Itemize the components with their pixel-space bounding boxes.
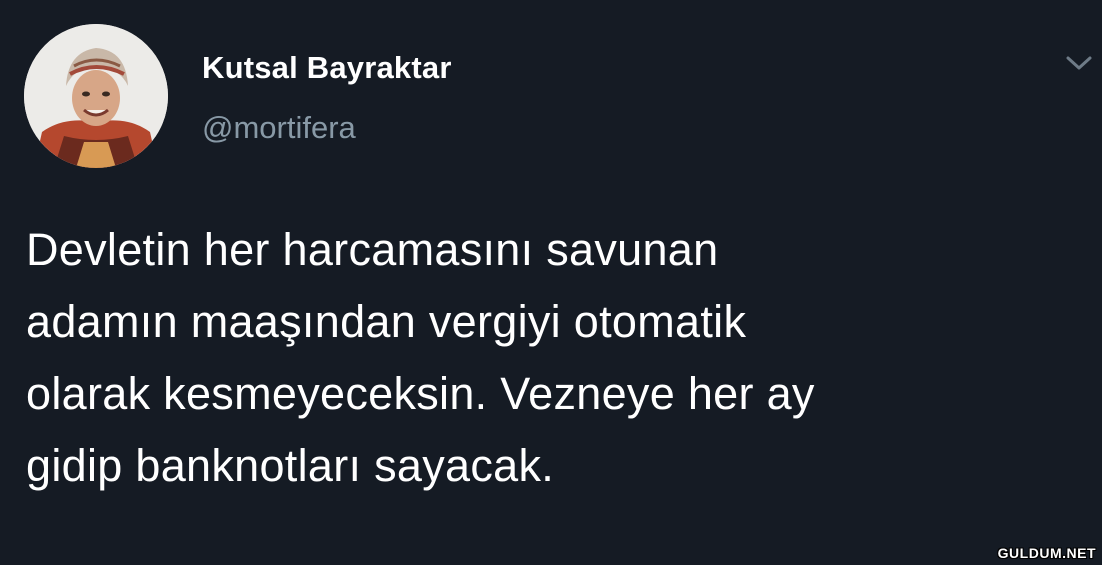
- tweet-text-line: gidip banknotları sayacak.: [26, 440, 555, 491]
- tweet-text: Devletin her harcamasını savunan adamın …: [26, 214, 1086, 502]
- tweet-text-line: olarak kesmeyeceksin. Vezneye her ay: [26, 368, 815, 419]
- display-name[interactable]: Kutsal Bayraktar: [202, 50, 452, 86]
- user-handle[interactable]: @mortifera: [202, 110, 356, 146]
- avatar[interactable]: [24, 24, 168, 168]
- site-watermark: GULDUM.NET: [997, 545, 1096, 561]
- tweet-card: Kutsal Bayraktar @mortifera Devletin her…: [0, 0, 1102, 565]
- chevron-down-icon[interactable]: [1064, 50, 1094, 76]
- tweet-text-line: adamın maaşından vergiyi otomatik: [26, 296, 747, 347]
- tweet-text-line: Devletin her harcamasını savunan: [26, 224, 719, 275]
- avatar-image: [24, 24, 168, 168]
